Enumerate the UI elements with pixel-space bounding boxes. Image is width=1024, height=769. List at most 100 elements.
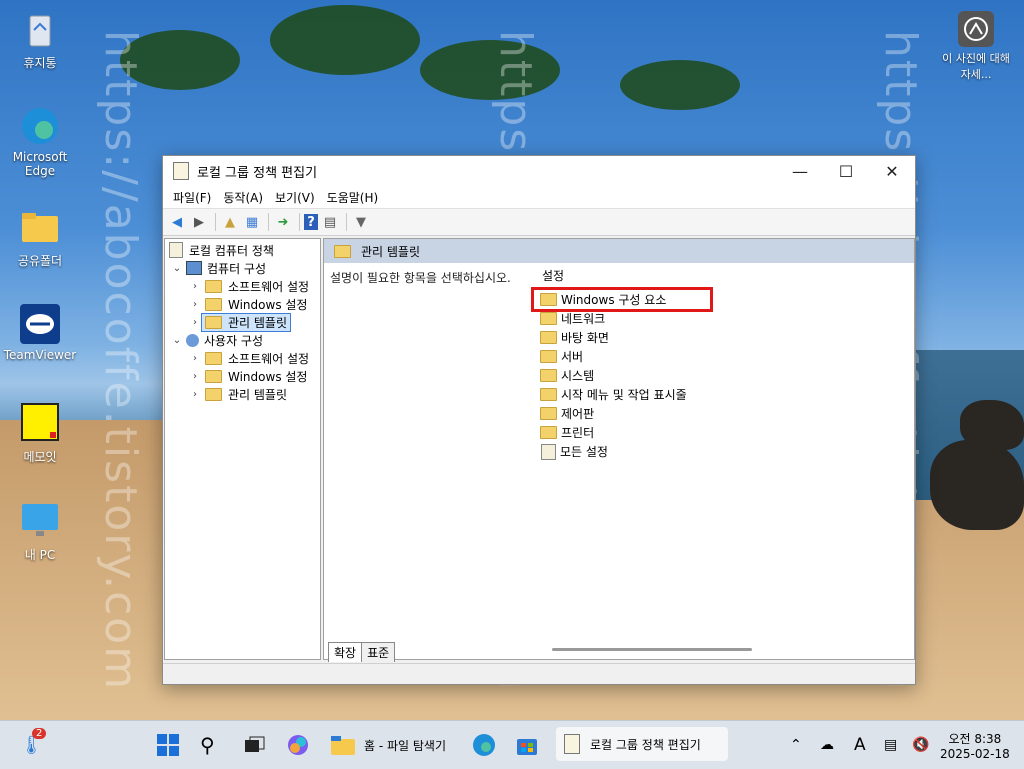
list-item[interactable]: 바탕 화면 xyxy=(534,328,894,347)
palm-leaves xyxy=(270,5,420,75)
list-item[interactable]: 제어판 xyxy=(534,404,894,423)
memoit-desktop-icon[interactable]: 메모잇 xyxy=(2,402,78,465)
folder-icon xyxy=(205,387,222,401)
about-photo-label: 이 사진에 대해 자세... xyxy=(942,52,1010,81)
list-item[interactable]: 시작 메뉴 및 작업 표시줄 xyxy=(534,385,894,404)
menu-action[interactable]: 동작(A) xyxy=(217,189,269,206)
settings-column-header[interactable]: 설정 xyxy=(542,267,894,284)
list-item[interactable]: 네트워크 xyxy=(534,309,894,328)
input-method-icon[interactable]: A xyxy=(854,721,866,769)
store-icon xyxy=(517,739,537,755)
toolbar-divider xyxy=(268,213,269,231)
weather-widget[interactable]: 🌡 2 xyxy=(20,728,47,759)
toolbar: ◀ ▶ ▲ ▦ ➜ ? ▤ ▼ xyxy=(163,208,915,236)
export-list-icon[interactable]: ➜ xyxy=(273,212,293,232)
all-settings-icon xyxy=(541,443,556,460)
list-item[interactable]: 시스템 xyxy=(534,366,894,385)
chevron-right-icon[interactable]: › xyxy=(189,281,201,292)
chevron-right-icon[interactable]: › xyxy=(189,371,201,382)
menu-view[interactable]: 보기(V) xyxy=(269,189,321,206)
taskbar-store[interactable] xyxy=(516,731,538,759)
chevron-down-icon[interactable]: ⌄ xyxy=(171,335,183,346)
list-item[interactable]: 서버 xyxy=(534,347,894,366)
folder-icon xyxy=(18,206,62,250)
chevron-right-icon[interactable]: › xyxy=(189,317,201,328)
description-text: 설명이 필요한 항목을 선택하십시오. xyxy=(330,271,511,285)
volume-muted-icon[interactable]: 🔇 xyxy=(912,721,929,769)
gpedit-label: 로컬 그룹 정책 편집기 xyxy=(590,737,701,752)
show-hide-tree-icon[interactable]: ▦ xyxy=(242,212,262,232)
details-title: 관리 템플릿 xyxy=(361,244,421,259)
show-hidden-icons[interactable]: ⌃ xyxy=(790,721,802,769)
tree-user-admin-templates[interactable]: › 관리 템플릿 xyxy=(189,385,287,403)
network-icon[interactable]: ▤ xyxy=(884,721,897,769)
list-item[interactable]: 프린터 xyxy=(534,423,894,442)
edge-icon xyxy=(18,104,62,148)
about-photo-desktop-icon[interactable]: 이 사진에 대해 자세... xyxy=(936,10,1016,82)
list-item-windows-components[interactable]: Windows 구성 요소 xyxy=(531,287,713,312)
tree-computer-admin-templates[interactable]: › 관리 템플릿 xyxy=(189,312,292,332)
tree-user-software[interactable]: › 소프트웨어 설정 xyxy=(189,349,309,367)
recycle-bin-icon xyxy=(18,8,62,52)
tree-root[interactable]: 로컬 컴퓨터 정책 xyxy=(169,241,274,259)
search-icon[interactable]: ⚲ xyxy=(200,731,215,759)
task-view-icon[interactable] xyxy=(244,731,266,759)
list-item-label: 시스템 xyxy=(561,369,595,383)
tree-computer-config[interactable]: ⌄ 컴퓨터 구성 xyxy=(171,259,266,277)
up-folder-icon[interactable]: ▲ xyxy=(220,212,240,232)
shared-folder-label: 공유폴더 xyxy=(17,254,63,268)
this-pc-desktop-icon[interactable]: 내 PC xyxy=(2,500,78,563)
tree-user-windows[interactable]: › Windows 설정 xyxy=(189,367,307,385)
folder-icon xyxy=(540,312,557,325)
details-header: 관리 템플릿 xyxy=(324,239,914,263)
folder-icon xyxy=(331,736,355,755)
clock[interactable]: 오전 8:38 2025-02-18 xyxy=(940,721,1010,769)
chevron-right-icon[interactable]: › xyxy=(189,389,201,400)
tree-computer-software[interactable]: › 소프트웨어 설정 xyxy=(189,277,309,295)
horizontal-scrollbar[interactable] xyxy=(552,648,752,651)
taskbar-file-explorer[interactable]: 홈 - 파일 탐색기 xyxy=(330,731,446,759)
list-item-label: Windows 구성 요소 xyxy=(561,293,667,307)
tree-computer-windows[interactable]: › Windows 설정 xyxy=(189,295,307,313)
copilot-icon[interactable] xyxy=(286,731,310,759)
minimize-icon[interactable]: — xyxy=(777,156,823,186)
menu-help[interactable]: 도움말(H) xyxy=(321,189,385,206)
tab-standard[interactable]: 표준 xyxy=(361,642,396,662)
tree-item-label: 소프트웨어 설정 xyxy=(228,351,310,366)
chevron-right-icon[interactable]: › xyxy=(189,353,201,364)
forward-arrow-icon[interactable]: ▶ xyxy=(189,212,209,232)
teamviewer-desktop-icon[interactable]: TeamViewer xyxy=(2,302,78,362)
start-button[interactable] xyxy=(156,731,180,759)
tree-user-config[interactable]: ⌄ 사용자 구성 xyxy=(171,331,263,349)
sticky-note-icon xyxy=(18,402,62,446)
tab-extended[interactable]: 확장 xyxy=(328,642,363,662)
list-item-label: 시작 메뉴 및 작업 표시줄 xyxy=(561,388,687,402)
taskbar-gpedit[interactable]: 로컬 그룹 정책 편집기 xyxy=(556,727,728,761)
edge-desktop-icon[interactable]: Microsoft Edge xyxy=(2,104,78,178)
onedrive-icon[interactable]: ☁ xyxy=(820,721,834,769)
user-icon xyxy=(186,333,199,347)
computer-icon xyxy=(186,261,202,275)
gpedit-window: 로컬 그룹 정책 편집기 — ☐ ✕ 파일(F) 동작(A) 보기(V) 도움말… xyxy=(162,155,916,685)
back-arrow-icon[interactable]: ◀ xyxy=(167,212,187,232)
maximize-icon[interactable]: ☐ xyxy=(823,156,869,186)
shared-folder-desktop-icon[interactable]: 공유폴더 xyxy=(2,206,78,269)
menu-file[interactable]: 파일(F) xyxy=(167,189,217,206)
help-icon[interactable]: ? xyxy=(304,214,318,230)
taskbar: 🌡 2 ⚲ 홈 - 파일 탐색기 로컬 그룹 정책 편집기 ⌃ ☁ A ▤ 🔇 … xyxy=(0,720,1024,769)
filter-icon[interactable]: ▼ xyxy=(351,212,371,232)
watermark: https://abocoffe.tistory.com xyxy=(95,30,146,692)
gpedit-icon xyxy=(564,734,580,754)
taskbar-edge[interactable] xyxy=(472,731,496,759)
list-item-label: 제어판 xyxy=(561,407,595,421)
file-explorer-label: 홈 - 파일 탐색기 xyxy=(364,738,447,753)
details-pane: 관리 템플릿 설명이 필요한 항목을 선택하십시오. 설정 Windows 구성… xyxy=(323,238,915,660)
recycle-bin-desktop-icon[interactable]: 휴지통 xyxy=(2,8,78,71)
folder-icon xyxy=(205,369,222,383)
close-icon[interactable]: ✕ xyxy=(869,156,915,186)
folder-icon xyxy=(540,426,557,439)
chevron-down-icon[interactable]: ⌄ xyxy=(171,263,183,274)
list-item[interactable]: 모든 설정 xyxy=(534,442,894,461)
properties-icon[interactable]: ▤ xyxy=(320,212,340,232)
chevron-right-icon[interactable]: › xyxy=(189,299,201,310)
